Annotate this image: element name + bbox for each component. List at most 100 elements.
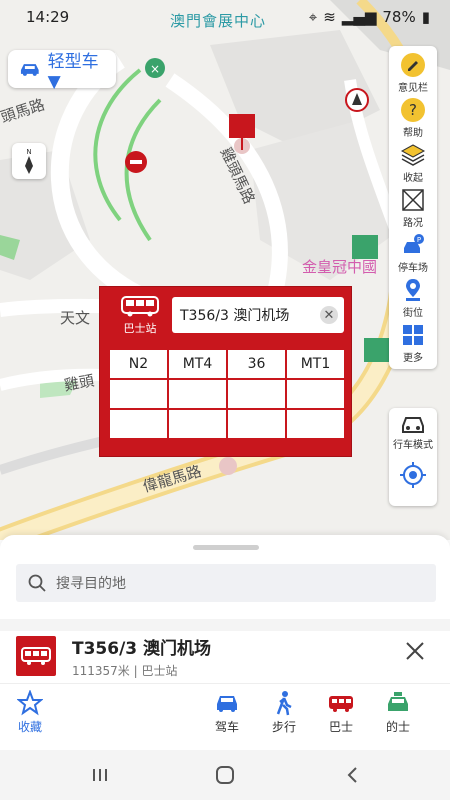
bus-icon (121, 296, 159, 317)
compass-button[interactable]: N (12, 143, 46, 179)
popup-title-box: T356/3 澳门机场 ✕ (172, 297, 344, 333)
vehicle-type-label: 轻型车 ▼ (47, 51, 99, 92)
divider (0, 619, 450, 631)
search-icon (28, 574, 46, 592)
nav-bus[interactable]: 巴士 (316, 690, 366, 735)
toolbar-more[interactable]: 更多 (389, 320, 437, 365)
battery-icon: ▮ (421, 8, 430, 26)
drive-mode-button[interactable]: 行车模式 (393, 414, 433, 451)
vehicle-type-selector[interactable]: 轻型车 ▼ (8, 50, 116, 92)
toolbar-parking[interactable]: P 停车场 (389, 230, 437, 275)
taxi-icon (388, 692, 408, 711)
toolbar-collapse[interactable]: 收起 (389, 140, 437, 185)
compass-icon: N (25, 148, 33, 174)
bus-stop-badge: 巴士站 (112, 295, 168, 336)
svg-text:×: × (150, 62, 160, 76)
toolbar-street-parking-label: 街位 (403, 307, 423, 319)
place-subtitle: 111357米 | 巴士站 (72, 664, 178, 678)
layers-icon (400, 143, 426, 166)
toolbar-traffic-label: 路况 (403, 217, 423, 229)
car-icon (217, 696, 237, 712)
more-icon (403, 324, 423, 345)
bus-stop-badge-label: 巴士站 (123, 322, 157, 335)
recent-apps-icon (93, 769, 107, 781)
roadwork-marker (345, 88, 369, 112)
toolbar-street-parking[interactable]: 街位 (389, 275, 437, 320)
nav-taxi[interactable]: 的士 (373, 690, 423, 735)
nav-walk-label: 步行 (271, 720, 296, 734)
route-cell (169, 380, 226, 408)
traffic-icon (402, 188, 424, 211)
route-cell[interactable]: MT1 (287, 350, 344, 378)
route-cell (287, 410, 344, 438)
toolbar-feedback-label: 意见栏 (398, 82, 428, 94)
sheet-drag-handle[interactable] (193, 545, 259, 550)
route-cell[interactable]: 36 (228, 350, 285, 378)
route-cell (110, 380, 167, 408)
nav-favorites-label: 收藏 (17, 720, 42, 734)
drive-mode-panel: 行车模式 (389, 408, 437, 506)
drive-mode-label: 行车模式 (393, 440, 433, 451)
star-icon (17, 690, 43, 716)
nav-drive-label: 驾车 (214, 720, 239, 734)
car-outline-icon (402, 417, 424, 433)
camera-marker: × (145, 58, 165, 78)
toolbar-collapse-label: 收起 (403, 172, 423, 184)
location-icon: ⌖ (308, 8, 318, 26)
close-icon (406, 642, 424, 660)
bus-stop-popup[interactable]: 巴士站 T356/3 澳门机场 ✕ N2 MT4 36 MT1 (99, 286, 352, 457)
recent-apps-button[interactable] (88, 764, 112, 786)
locate-icon (400, 462, 426, 488)
svg-text:P: P (417, 236, 421, 244)
edit-icon (401, 52, 425, 77)
toolbar-help-label: 帮助 (403, 127, 423, 139)
bottom-nav: 收藏 驾车 步行 巴士 的士 (0, 683, 450, 743)
battery-percent: 78% (382, 8, 416, 26)
place-bus-icon (16, 636, 56, 676)
search-placeholder: 搜寻目的地 (56, 576, 126, 592)
bus-icon (21, 647, 51, 665)
locate-button[interactable] (395, 457, 431, 493)
status-bar: 14:29 ⌖ ≋ ▂▄▆ 78% ▮ (0, 0, 450, 34)
bus-icon (329, 696, 353, 712)
map-label-poi: 金皇冠中國 (302, 258, 378, 276)
route-cell (228, 380, 285, 408)
help-icon: ? (401, 97, 425, 122)
no-entry-marker (125, 151, 147, 173)
compass-letter: N (26, 148, 31, 156)
car-icon (20, 64, 39, 76)
place-card[interactable]: T356/3 澳门机场 111357米 | 巴士站 (0, 631, 450, 689)
search-input[interactable]: 搜寻目的地 (16, 564, 436, 602)
place-title: T356/3 澳门机场 (72, 639, 212, 659)
toolbar-traffic[interactable]: 路况 (389, 185, 437, 230)
nav-favorites[interactable]: 收藏 (5, 690, 55, 735)
popup-close-button[interactable]: ✕ (320, 306, 338, 324)
toolbar-more-label: 更多 (403, 352, 423, 364)
popup-title: T356/3 澳门机场 (180, 308, 290, 324)
home-icon (216, 766, 234, 784)
toolbar-help[interactable]: ? 帮助 (389, 95, 437, 140)
route-cell (287, 380, 344, 408)
route-cell[interactable]: N2 (110, 350, 167, 378)
close-icon: ✕ (323, 307, 335, 323)
route-cell[interactable]: MT4 (169, 350, 226, 378)
back-icon (347, 767, 357, 783)
parking-icon: P (404, 233, 424, 253)
taxi-marker-2 (364, 338, 390, 362)
route-cell (228, 410, 285, 438)
back-button[interactable] (340, 764, 364, 786)
status-time: 14:29 (26, 8, 70, 26)
place-close-button[interactable] (400, 636, 430, 666)
system-nav-bar (0, 750, 450, 800)
route-cell (110, 410, 167, 438)
walk-icon (276, 691, 292, 716)
toolbar-feedback[interactable]: 意见栏 (389, 50, 437, 95)
home-button[interactable] (213, 764, 237, 786)
nav-taxi-label: 的士 (385, 720, 410, 734)
street-parking-icon (406, 278, 420, 301)
map-toolbar: 意见栏 ? 帮助 收起 路况 P 停车场 街位 更多 (389, 46, 437, 369)
wifi-icon: ≋ (323, 8, 336, 26)
nav-walk[interactable]: 步行 (259, 690, 309, 735)
nav-drive[interactable]: 驾车 (202, 690, 252, 735)
svg-text:?: ? (409, 101, 417, 119)
